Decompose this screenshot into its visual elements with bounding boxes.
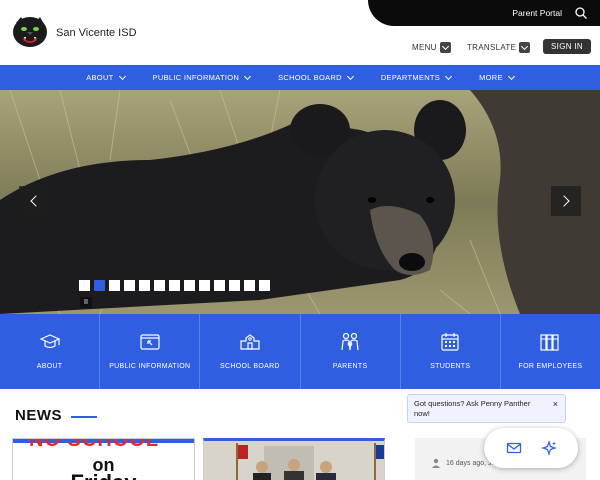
public-info-icon: [140, 334, 160, 350]
parents-icon: [341, 332, 359, 351]
news-heading-underline: [71, 416, 97, 418]
slide-indicator-dot[interactable]: [214, 280, 225, 291]
slide-indicator-dot[interactable]: [229, 280, 240, 291]
nav-item-label: ABOUT: [86, 73, 114, 82]
chevron-down-icon: [445, 72, 453, 80]
quick-link-parents[interactable]: PARENTS: [301, 314, 401, 389]
quick-links: ABOUT PUBLIC INFORMATION SCHOOL BOARD PA…: [0, 314, 600, 389]
quick-link-label: ABOUT: [36, 363, 63, 370]
slide-indicator-dot[interactable]: [199, 280, 210, 291]
quick-link-students[interactable]: STUDENTS: [401, 314, 501, 389]
nav-item-label: DEPARTMENTS: [380, 73, 441, 82]
slide-indicator-dot[interactable]: [244, 280, 255, 291]
sign-in-button[interactable]: SIGN IN: [543, 39, 591, 54]
quick-link-school-board[interactable]: SCHOOL BOARD: [200, 314, 301, 389]
graduation-cap-icon: [39, 334, 61, 349]
chevron-down-icon: [346, 72, 354, 80]
nav-item-label: SCHOOL BOARD: [278, 73, 342, 82]
nav-item-label: PUBLIC INFORMATION: [152, 73, 240, 82]
chevron-down-icon: [507, 72, 515, 80]
utility-bar: Parent Portal: [368, 0, 600, 26]
books-icon: [540, 334, 560, 351]
news-card-no-school[interactable]: NO SCHOOL on Friday: [12, 438, 195, 480]
panther-logo[interactable]: [12, 15, 48, 49]
slide-indicator-dot[interactable]: [124, 280, 135, 291]
mail-icon[interactable]: [506, 440, 522, 456]
translate-label: TRANSLATE: [467, 43, 517, 52]
slide-indicator-dot[interactable]: [154, 280, 165, 291]
news-card-headline: NO SCHOOL: [29, 438, 160, 451]
page: Parent Portal San Vicente ISD MENU TRANS…: [0, 0, 600, 480]
news-card-photo[interactable]: [203, 438, 385, 480]
news-photo-people: [204, 441, 384, 480]
chevron-right-icon: [558, 195, 570, 207]
school-building-icon: [240, 334, 260, 350]
quick-link-label: PUBLIC INFORMATION: [109, 363, 191, 370]
slide-indicator-dot[interactable]: [139, 280, 150, 291]
chat-message: Got questions? Ask Penny Panther now!: [414, 399, 531, 418]
main-nav: ABOUT PUBLIC INFORMATION SCHOOL BOARD DE…: [0, 65, 600, 90]
nav-item-label: MORE: [479, 73, 503, 82]
parent-portal-link[interactable]: Parent Portal: [512, 8, 562, 18]
menu-label: MENU: [412, 43, 437, 52]
search-icon[interactable]: [574, 6, 588, 20]
pause-button[interactable]: II: [80, 297, 92, 308]
site-header: Parent Portal San Vicente ISD MENU TRANS…: [0, 0, 600, 65]
person-icon: [432, 458, 440, 468]
slide-indicator-dot[interactable]: [79, 280, 90, 291]
slide-indicator-dot[interactable]: [259, 280, 270, 291]
chevron-down-icon: [118, 72, 126, 80]
nav-item-departments[interactable]: DEPARTMENTS: [367, 65, 465, 90]
site-name[interactable]: San Vicente ISD: [56, 27, 137, 39]
chat-prompt[interactable]: Got questions? Ask Penny Panther now! ×: [407, 394, 566, 423]
quick-link-label: SCHOOL BOARD: [220, 363, 280, 370]
hero-slideshow: II: [0, 90, 600, 314]
slide-indicator-dot[interactable]: [109, 280, 120, 291]
quick-link-for-employees[interactable]: FOR EMPLOYEES: [501, 314, 600, 389]
chat-actions: [484, 428, 578, 468]
chevron-down-icon: [244, 72, 252, 80]
nav-item-public-information[interactable]: PUBLIC INFORMATION: [139, 65, 265, 90]
previous-slide-button[interactable]: [19, 186, 49, 216]
quick-link-label: PARENTS: [332, 363, 368, 370]
quick-link-label: FOR EMPLOYEES: [518, 363, 583, 370]
calendar-icon: [441, 333, 459, 351]
chevron-down-icon: [519, 42, 531, 53]
menu-button[interactable]: MENU: [412, 42, 451, 53]
slide-indicator-dot[interactable]: [169, 280, 180, 291]
close-icon[interactable]: ×: [553, 399, 558, 409]
next-slide-button[interactable]: [551, 186, 581, 216]
quick-link-about[interactable]: ABOUT: [0, 314, 101, 389]
news-heading: NEWS: [15, 407, 62, 424]
nav-item-more[interactable]: MORE: [465, 65, 528, 90]
chevron-down-icon: [439, 42, 451, 53]
nav-item-about[interactable]: ABOUT: [72, 65, 138, 90]
translate-button[interactable]: TRANSLATE: [467, 42, 531, 53]
nav-item-school-board[interactable]: SCHOOL BOARD: [264, 65, 367, 90]
slide-indicators: [79, 280, 270, 291]
news-card-day: Friday: [13, 470, 194, 480]
quick-link-public-information[interactable]: PUBLIC INFORMATION: [100, 314, 201, 389]
slide-indicator-dot[interactable]: [184, 280, 195, 291]
slide-indicator-dot[interactable]: [94, 280, 105, 291]
sparkle-chat-icon[interactable]: [540, 440, 557, 456]
chevron-left-icon: [30, 195, 42, 207]
quick-link-label: STUDENTS: [430, 363, 471, 370]
